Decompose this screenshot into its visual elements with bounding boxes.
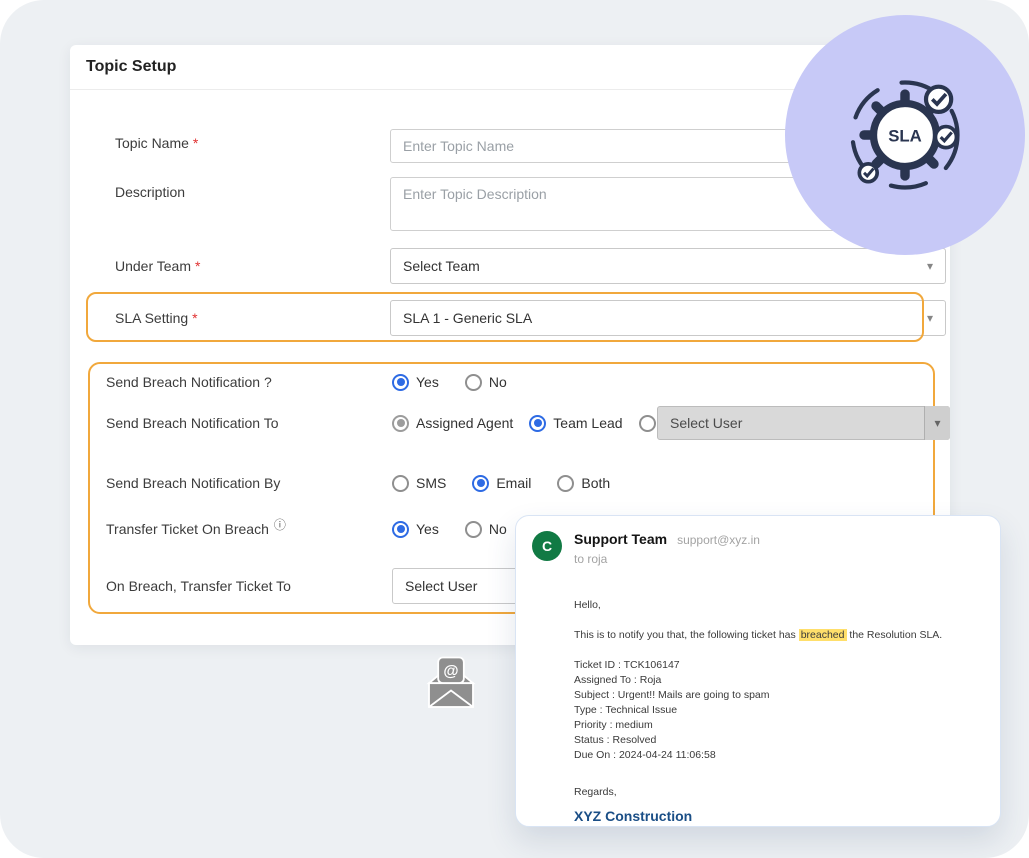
sla-setting-label: SLA Setting *: [115, 310, 198, 326]
email-notification-sentence: This is to notify you that, the followin…: [574, 629, 943, 641]
email-signature: XYZ Construction: [574, 808, 693, 824]
radio-selected-icon[interactable]: [392, 373, 409, 391]
email-greeting: Hello,: [574, 599, 601, 611]
radio-unselected-icon[interactable]: [464, 373, 482, 391]
ticket-detail-line: Assigned To : Roja: [574, 674, 662, 686]
breach-user-value: Select User: [670, 415, 743, 431]
radio-option-no[interactable]: No: [464, 373, 507, 391]
transfer-to-label: On Breach, Transfer Ticket To: [106, 578, 291, 594]
breach-notification-label: Send Breach Notification ?: [106, 374, 272, 390]
under-team-select[interactable]: Select Team ▾: [390, 248, 946, 284]
breach-to-options: Assigned Agent Team Lead: [392, 414, 656, 432]
transfer-user-value: Select User: [405, 578, 478, 594]
email-envelope-icon: @: [426, 656, 476, 708]
transfer-options: Yes No: [392, 520, 507, 538]
radio-selected-icon[interactable]: [392, 520, 409, 538]
email-closing: Regards,: [574, 786, 617, 798]
sender-name: Support Team: [574, 531, 668, 547]
under-team-label: Under Team *: [115, 258, 201, 274]
breach-to-row: Send Breach Notification To Assigned Age…: [106, 406, 656, 440]
page-background: Topic Setup Topic Name* Description Unde…: [0, 0, 1029, 858]
transfer-label: Transfer Ticket On Breach ⓘ: [106, 518, 286, 537]
radio-selected-icon[interactable]: [472, 474, 490, 492]
radio-option-sms[interactable]: SMS: [392, 474, 446, 492]
sla-setting-select[interactable]: SLA 1 - Generic SLA ▾: [390, 300, 946, 336]
required-asterisk: *: [195, 258, 201, 274]
radio-option-email[interactable]: Email: [472, 474, 531, 492]
ticket-detail-line: Ticket ID : TCK106147: [574, 659, 680, 671]
sender-email: support@xyz.in: [677, 533, 760, 547]
radio-option-custom-user[interactable]: [638, 414, 656, 432]
breach-notification-row: Send Breach Notification ? Yes No: [106, 366, 507, 398]
required-asterisk: *: [192, 135, 199, 151]
info-icon: ⓘ: [273, 518, 286, 532]
email-body: Hello, This is to notify you that, the f…: [574, 598, 1004, 824]
envelope-body: [428, 682, 474, 708]
radio-option-no[interactable]: No: [464, 520, 507, 538]
transfer-row: Transfer Ticket On Breach ⓘ Yes No: [106, 514, 507, 544]
radio-option-yes[interactable]: Yes: [392, 373, 439, 391]
breach-user-select[interactable]: Select User ▾: [657, 406, 950, 440]
check-badge: [923, 84, 954, 114]
radio-unselected-icon[interactable]: [557, 474, 575, 492]
ticket-detail-line: Due On : 2024-04-24 11:06:58: [574, 749, 716, 761]
radio-option-both[interactable]: Both: [557, 474, 610, 492]
recipient-line: to roja: [574, 552, 608, 566]
radio-selected-icon[interactable]: [529, 414, 547, 432]
sla-gear-icon: SLA: [850, 80, 960, 190]
breach-by-row: Send Breach Notification By SMS Email Bo…: [106, 468, 610, 498]
chevron-down-icon[interactable]: ▾: [927, 260, 933, 272]
radio-unselected-icon[interactable]: [638, 414, 656, 432]
at-symbol: @: [443, 663, 458, 680]
breach-notification-options: Yes No: [392, 373, 507, 391]
ticket-detail-line: Subject : Urgent!! Mails are going to sp…: [574, 689, 770, 701]
transfer-to-row: On Breach, Transfer Ticket To: [106, 574, 392, 598]
breach-to-label: Send Breach Notification To: [106, 415, 279, 431]
ticket-detail-line: Type : Technical Issue: [574, 704, 678, 716]
radio-disabled-selected-icon[interactable]: [392, 414, 409, 432]
required-asterisk: *: [192, 310, 198, 326]
radio-option-assigned-agent[interactable]: Assigned Agent: [392, 414, 513, 432]
ticket-detail-line: Priority : medium: [574, 719, 653, 731]
radio-option-team-lead[interactable]: Team Lead: [529, 414, 623, 432]
under-team-value: Select Team: [403, 258, 480, 274]
breach-by-options: SMS Email Both: [392, 474, 610, 492]
topic-name-label: Topic Name *: [115, 135, 199, 151]
breach-by-label: Send Breach Notification By: [106, 475, 281, 491]
sla-badge-text: SLA: [888, 127, 922, 146]
radio-unselected-icon[interactable]: [392, 474, 409, 492]
radio-option-yes[interactable]: Yes: [392, 520, 439, 538]
ticket-detail-line: Status : Resolved: [574, 734, 657, 746]
email-preview-card: C Support Team support@xyz.in to roja He…: [515, 515, 1001, 827]
chevron-down-icon[interactable]: ▾: [927, 312, 933, 324]
radio-unselected-icon[interactable]: [464, 520, 482, 538]
avatar: C: [532, 531, 562, 561]
description-label: Description: [115, 184, 186, 200]
sla-setting-value: SLA 1 - Generic SLA: [403, 310, 533, 326]
ticket-details: Ticket ID : TCK106147 Assigned To : Roja…: [574, 658, 1004, 763]
sender-line: Support Team support@xyz.in: [574, 531, 760, 547]
highlighted-word: breached: [798, 629, 847, 641]
chevron-down-icon[interactable]: ▾: [924, 406, 950, 440]
